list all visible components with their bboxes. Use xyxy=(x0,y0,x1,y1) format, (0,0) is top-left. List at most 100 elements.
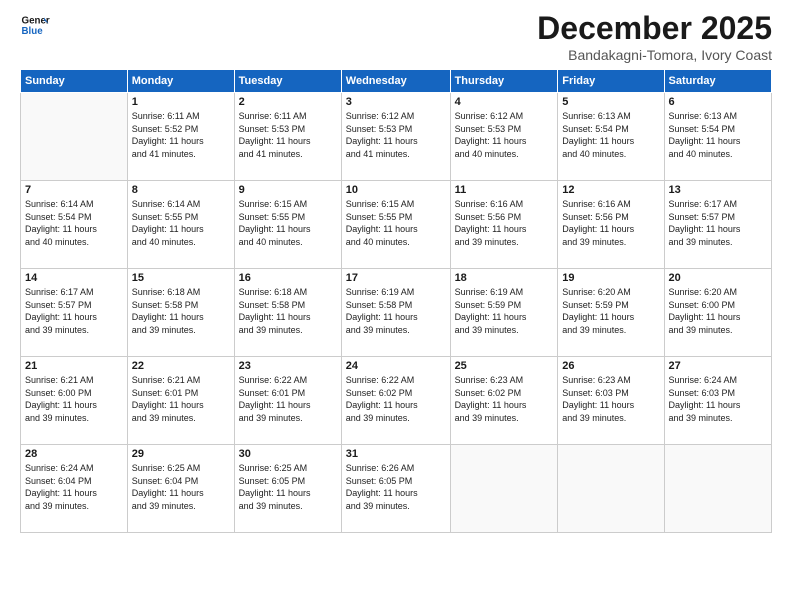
day-number: 26 xyxy=(562,360,659,372)
col-monday: Monday xyxy=(127,70,234,93)
day-number: 10 xyxy=(346,184,446,196)
calendar-cell-2-0: 14 Sunrise: 6:17 AM Sunset: 5:57 PM Dayli… xyxy=(21,269,128,357)
day-info: Sunrise: 6:17 AM Sunset: 5:57 PM Dayligh… xyxy=(669,198,767,248)
calendar-cell-4-4 xyxy=(450,445,558,533)
day-info: Sunrise: 6:14 AM Sunset: 5:54 PM Dayligh… xyxy=(25,198,123,248)
day-info: Sunrise: 6:20 AM Sunset: 6:00 PM Dayligh… xyxy=(669,286,767,336)
day-number: 9 xyxy=(239,184,337,196)
calendar-cell-0-4: 4 Sunrise: 6:12 AM Sunset: 5:53 PM Daylig… xyxy=(450,93,558,181)
day-info: Sunrise: 6:12 AM Sunset: 5:53 PM Dayligh… xyxy=(455,110,554,160)
calendar-cell-3-3: 24 Sunrise: 6:22 AM Sunset: 6:02 PM Dayli… xyxy=(341,357,450,445)
calendar-cell-3-5: 26Sunrise: 6:23 AM Sunset: 6:03 PM Dayli… xyxy=(558,357,664,445)
col-saturday: Saturday xyxy=(664,70,771,93)
calendar-cell-4-0: 28Sunrise: 6:24 AM Sunset: 6:04 PM Dayli… xyxy=(21,445,128,533)
day-info: Sunrise: 6:18 AM Sunset: 5:58 PM Dayligh… xyxy=(132,286,230,336)
calendar-cell-0-1: 1Sunrise: 6:11 AM Sunset: 5:52 PM Daylig… xyxy=(127,93,234,181)
day-number: 13 xyxy=(669,184,767,196)
day-number: 17 xyxy=(346,272,446,284)
day-info: Sunrise: 6:14 AM Sunset: 5:55 PM Dayligh… xyxy=(132,198,230,248)
col-tuesday: Tuesday xyxy=(234,70,341,93)
day-info: Sunrise: 6:19 AM Sunset: 5:59 PM Dayligh… xyxy=(455,286,554,336)
calendar-cell-3-0: 21Sunrise: 6:21 AM Sunset: 6:00 PM Dayli… xyxy=(21,357,128,445)
day-number: 20 xyxy=(669,272,767,284)
day-number: 4 xyxy=(455,96,554,108)
calendar-cell-1-4: 11 Sunrise: 6:16 AM Sunset: 5:56 PM Dayli… xyxy=(450,181,558,269)
day-info: Sunrise: 6:16 AM Sunset: 5:56 PM Dayligh… xyxy=(562,198,659,248)
col-wednesday: Wednesday xyxy=(341,70,450,93)
day-number: 3 xyxy=(346,96,446,108)
day-info: Sunrise: 6:22 AM Sunset: 6:01 PM Dayligh… xyxy=(239,374,337,424)
calendar-cell-2-6: 20 Sunrise: 6:20 AM Sunset: 6:00 PM Dayli… xyxy=(664,269,771,357)
calendar-cell-1-5: 12 Sunrise: 6:16 AM Sunset: 5:56 PM Dayli… xyxy=(558,181,664,269)
calendar-cell-0-2: 2Sunrise: 6:11 AM Sunset: 5:53 PM Daylig… xyxy=(234,93,341,181)
day-info: Sunrise: 6:21 AM Sunset: 6:01 PM Dayligh… xyxy=(132,374,230,424)
calendar-cell-3-4: 25Sunrise: 6:23 AM Sunset: 6:02 PM Dayli… xyxy=(450,357,558,445)
day-number: 27 xyxy=(669,360,767,372)
week-row-2: 14 Sunrise: 6:17 AM Sunset: 5:57 PM Dayli… xyxy=(21,269,772,357)
calendar-cell-0-5: 5 Sunrise: 6:13 AM Sunset: 5:54 PM Daylig… xyxy=(558,93,664,181)
week-row-4: 28Sunrise: 6:24 AM Sunset: 6:04 PM Dayli… xyxy=(21,445,772,533)
page: General Blue December 2025 Bandakagni-To… xyxy=(0,0,792,612)
day-info: Sunrise: 6:26 AM Sunset: 6:05 PM Dayligh… xyxy=(346,462,446,512)
col-friday: Friday xyxy=(558,70,664,93)
day-info: Sunrise: 6:19 AM Sunset: 5:58 PM Dayligh… xyxy=(346,286,446,336)
week-row-3: 21Sunrise: 6:21 AM Sunset: 6:00 PM Dayli… xyxy=(21,357,772,445)
month-title: December 2025 xyxy=(537,10,772,47)
calendar-cell-4-2: 30Sunrise: 6:25 AM Sunset: 6:05 PM Dayli… xyxy=(234,445,341,533)
calendar-cell-1-6: 13 Sunrise: 6:17 AM Sunset: 5:57 PM Dayli… xyxy=(664,181,771,269)
logo: General Blue xyxy=(20,10,50,40)
day-info: Sunrise: 6:24 AM Sunset: 6:04 PM Dayligh… xyxy=(25,462,123,512)
day-number: 1 xyxy=(132,96,230,108)
day-info: Sunrise: 6:21 AM Sunset: 6:00 PM Dayligh… xyxy=(25,374,123,424)
calendar-cell-1-3: 10 Sunrise: 6:15 AM Sunset: 5:55 PM Dayli… xyxy=(341,181,450,269)
day-info: Sunrise: 6:12 AM Sunset: 5:53 PM Dayligh… xyxy=(346,110,446,160)
calendar-cell-3-6: 27 Sunrise: 6:24 AM Sunset: 6:03 PM Dayli… xyxy=(664,357,771,445)
day-number: 6 xyxy=(669,96,767,108)
calendar-cell-0-0 xyxy=(21,93,128,181)
calendar-cell-4-6 xyxy=(664,445,771,533)
day-number: 29 xyxy=(132,448,230,460)
calendar-cell-4-1: 29Sunrise: 6:25 AM Sunset: 6:04 PM Dayli… xyxy=(127,445,234,533)
day-info: Sunrise: 6:17 AM Sunset: 5:57 PM Dayligh… xyxy=(25,286,123,336)
day-info: Sunrise: 6:11 AM Sunset: 5:53 PM Dayligh… xyxy=(239,110,337,160)
day-number: 18 xyxy=(455,272,554,284)
subtitle: Bandakagni-Tomora, Ivory Coast xyxy=(537,47,772,63)
calendar-cell-4-5 xyxy=(558,445,664,533)
calendar-cell-3-1: 22 Sunrise: 6:21 AM Sunset: 6:01 PM Dayli… xyxy=(127,357,234,445)
svg-text:Blue: Blue xyxy=(22,26,44,37)
day-number: 15 xyxy=(132,272,230,284)
calendar-cell-2-4: 18 Sunrise: 6:19 AM Sunset: 5:59 PM Dayli… xyxy=(450,269,558,357)
day-info: Sunrise: 6:15 AM Sunset: 5:55 PM Dayligh… xyxy=(346,198,446,248)
day-number: 11 xyxy=(455,184,554,196)
day-info: Sunrise: 6:24 AM Sunset: 6:03 PM Dayligh… xyxy=(669,374,767,424)
title-section: December 2025 Bandakagni-Tomora, Ivory C… xyxy=(537,10,772,63)
day-number: 12 xyxy=(562,184,659,196)
calendar-body: 1Sunrise: 6:11 AM Sunset: 5:52 PM Daylig… xyxy=(21,93,772,533)
day-info: Sunrise: 6:13 AM Sunset: 5:54 PM Dayligh… xyxy=(669,110,767,160)
day-number: 7 xyxy=(25,184,123,196)
day-info: Sunrise: 6:13 AM Sunset: 5:54 PM Dayligh… xyxy=(562,110,659,160)
calendar-header-row: Sunday Monday Tuesday Wednesday Thursday… xyxy=(21,70,772,93)
logo-icon: General Blue xyxy=(20,10,50,40)
calendar-cell-2-2: 16 Sunrise: 6:18 AM Sunset: 5:58 PM Dayli… xyxy=(234,269,341,357)
day-info: Sunrise: 6:16 AM Sunset: 5:56 PM Dayligh… xyxy=(455,198,554,248)
day-number: 8 xyxy=(132,184,230,196)
day-info: Sunrise: 6:18 AM Sunset: 5:58 PM Dayligh… xyxy=(239,286,337,336)
header: General Blue December 2025 Bandakagni-To… xyxy=(20,10,772,63)
col-thursday: Thursday xyxy=(450,70,558,93)
calendar-cell-3-2: 23 Sunrise: 6:22 AM Sunset: 6:01 PM Dayli… xyxy=(234,357,341,445)
day-number: 5 xyxy=(562,96,659,108)
day-info: Sunrise: 6:22 AM Sunset: 6:02 PM Dayligh… xyxy=(346,374,446,424)
day-number: 25 xyxy=(455,360,554,372)
calendar-cell-1-0: 7 Sunrise: 6:14 AM Sunset: 5:54 PM Daylig… xyxy=(21,181,128,269)
calendar-cell-0-6: 6 Sunrise: 6:13 AM Sunset: 5:54 PM Daylig… xyxy=(664,93,771,181)
day-number: 23 xyxy=(239,360,337,372)
day-number: 24 xyxy=(346,360,446,372)
day-number: 14 xyxy=(25,272,123,284)
week-row-0: 1Sunrise: 6:11 AM Sunset: 5:52 PM Daylig… xyxy=(21,93,772,181)
day-number: 16 xyxy=(239,272,337,284)
day-info: Sunrise: 6:15 AM Sunset: 5:55 PM Dayligh… xyxy=(239,198,337,248)
calendar-table: Sunday Monday Tuesday Wednesday Thursday… xyxy=(20,69,772,533)
calendar-cell-4-3: 31Sunrise: 6:26 AM Sunset: 6:05 PM Dayli… xyxy=(341,445,450,533)
day-number: 22 xyxy=(132,360,230,372)
